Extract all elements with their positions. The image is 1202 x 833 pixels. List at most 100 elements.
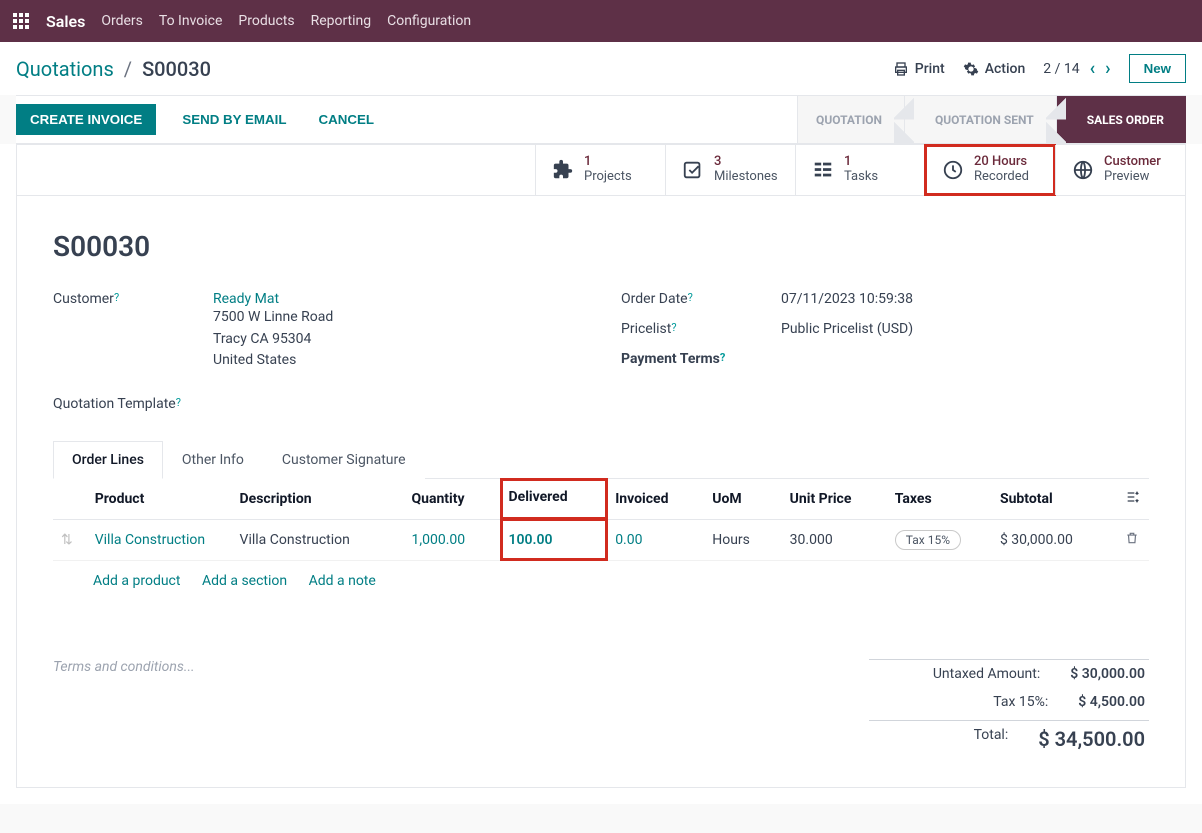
customer-addr3: United States <box>213 350 581 372</box>
order-date-value[interactable]: 07/11/2023 10:59:38 <box>781 291 1149 307</box>
add-note-link[interactable]: Add a note <box>309 573 376 589</box>
stat-projects[interactable]: 1 Projects <box>535 145 665 195</box>
stat-customer-preview[interactable]: Customer Preview <box>1055 145 1185 195</box>
puzzle-icon <box>552 159 574 181</box>
help-icon[interactable]: ? <box>114 291 119 304</box>
nav-reporting[interactable]: Reporting <box>311 13 372 29</box>
breadcrumb-root[interactable]: Quotations <box>16 57 114 81</box>
pager-prev[interactable]: ‹ <box>1090 58 1096 79</box>
checkbox-icon <box>682 159 704 181</box>
stat-recorded-label: Recorded <box>974 170 1029 185</box>
stat-milestones[interactable]: 3 Milestones <box>665 145 795 195</box>
stat-projects-count: 1 <box>584 155 632 170</box>
add-links: Add a product Add a section Add a note <box>53 561 1149 619</box>
table-row[interactable]: ⇅ Villa Construction Villa Construction … <box>53 519 1149 560</box>
send-email-button[interactable]: SEND BY EMAIL <box>176 111 292 128</box>
print-button[interactable]: Print <box>893 61 945 77</box>
stat-hours-recorded[interactable]: 20 Hours Recorded <box>925 145 1055 195</box>
status-sales-order[interactable]: SALES ORDER <box>1056 96 1186 143</box>
stat-milestones-count: 3 <box>714 155 778 170</box>
terms-placeholder[interactable]: Terms and conditions... <box>53 659 195 675</box>
new-button[interactable]: New <box>1129 54 1186 83</box>
tax-value: $ 4,500.00 <box>1078 694 1145 710</box>
col-quantity[interactable]: Quantity <box>403 479 500 520</box>
delete-line-icon[interactable] <box>1117 519 1149 560</box>
nav-configuration[interactable]: Configuration <box>387 13 471 29</box>
customer-addr2: Tracy CA 95304 <box>213 329 581 351</box>
print-icon <box>893 61 909 77</box>
untaxed-label: Untaxed Amount: <box>873 666 1040 682</box>
tab-order-lines[interactable]: Order Lines <box>53 441 163 479</box>
order-lines-table: Product Description Quantity Delivered I… <box>53 479 1149 561</box>
line-subtotal: $ 30,000.00 <box>992 519 1117 560</box>
gear-icon <box>963 61 979 77</box>
status-steps: QUOTATION QUOTATION SENT SALES ORDER <box>797 96 1186 143</box>
cancel-button[interactable]: CANCEL <box>313 111 381 128</box>
col-subtotal[interactable]: Subtotal <box>992 479 1117 520</box>
line-invoiced[interactable]: 0.00 <box>607 519 704 560</box>
line-uom[interactable]: Hours <box>704 519 781 560</box>
add-product-link[interactable]: Add a product <box>93 573 180 589</box>
col-invoiced[interactable]: Invoiced <box>607 479 704 520</box>
help-icon[interactable]: ? <box>688 291 693 304</box>
action-label: Action <box>985 61 1026 77</box>
pager-count[interactable]: 2 / 14 <box>1043 61 1079 77</box>
line-description[interactable]: Villa Construction <box>232 519 404 560</box>
status-quotation-sent[interactable]: QUOTATION SENT <box>904 96 1056 143</box>
nav-orders[interactable]: Orders <box>101 13 143 29</box>
totals: Untaxed Amount: $ 30,000.00 Tax 15%: $ 4… <box>869 659 1149 757</box>
print-label: Print <box>915 61 945 77</box>
stat-tasks-label: Tasks <box>844 170 878 185</box>
status-quotation[interactable]: QUOTATION <box>797 96 904 143</box>
pager-next[interactable]: › <box>1105 58 1110 79</box>
nav-products[interactable]: Products <box>238 13 294 29</box>
payment-terms-label: Payment Terms? <box>621 351 781 367</box>
pricelist-value[interactable]: Public Pricelist (USD) <box>781 321 1149 337</box>
stat-strip: 1 Projects 3 Milestones 1 Tasks 20 Hours… <box>17 145 1185 196</box>
form-sheet: 1 Projects 3 Milestones 1 Tasks 20 Hours… <box>16 144 1186 788</box>
action-button[interactable]: Action <box>963 61 1026 77</box>
help-icon[interactable]: ? <box>671 321 676 334</box>
top-actions: Print Action 2 / 14 ‹ › New <box>893 54 1186 83</box>
col-uom[interactable]: UoM <box>704 479 781 520</box>
col-unit-price[interactable]: Unit Price <box>782 479 887 520</box>
total-value: $ 34,500.00 <box>1038 727 1145 751</box>
add-section-link[interactable]: Add a section <box>202 573 287 589</box>
command-status-row: CREATE INVOICE SEND BY EMAIL CANCEL QUOT… <box>16 95 1186 144</box>
breadcrumb-sep: / <box>124 57 132 81</box>
col-taxes[interactable]: Taxes <box>887 479 992 520</box>
stat-tasks[interactable]: 1 Tasks <box>795 145 925 195</box>
breadcrumb-row: Quotations / S00030 Print Action 2 / 14 … <box>0 42 1202 95</box>
col-product[interactable]: Product <box>87 479 232 520</box>
line-quantity[interactable]: 1,000.00 <box>403 519 500 560</box>
clock-icon <box>942 159 964 181</box>
stat-milestones-label: Milestones <box>714 170 778 185</box>
create-invoice-button[interactable]: CREATE INVOICE <box>16 104 156 135</box>
globe-icon <box>1072 159 1094 181</box>
col-description[interactable]: Description <box>232 479 404 520</box>
app-name[interactable]: Sales <box>46 12 85 31</box>
line-unit-price[interactable]: 30.000 <box>782 519 887 560</box>
breadcrumb-leaf: S00030 <box>142 57 211 81</box>
line-tax-chip[interactable]: Tax 15% <box>895 530 961 550</box>
stat-tasks-count: 1 <box>844 155 878 170</box>
columns-config-icon[interactable] <box>1117 479 1149 520</box>
tab-customer-signature[interactable]: Customer Signature <box>263 441 425 479</box>
col-delivered[interactable]: Delivered <box>501 479 608 520</box>
tabs: Order Lines Other Info Customer Signatur… <box>53 440 1149 479</box>
customer-link[interactable]: Ready Mat <box>213 291 581 307</box>
stat-projects-label: Projects <box>584 170 632 185</box>
line-delivered[interactable]: 100.00 <box>501 519 608 560</box>
pricelist-label: Pricelist? <box>621 321 781 337</box>
help-icon[interactable]: ? <box>176 396 181 409</box>
tab-other-info[interactable]: Other Info <box>163 441 263 479</box>
drag-handle-icon[interactable]: ⇅ <box>61 532 73 548</box>
untaxed-value: $ 30,000.00 <box>1070 666 1145 682</box>
nav-to-invoice[interactable]: To Invoice <box>159 13 223 29</box>
top-navbar: Sales Orders To Invoice Products Reporti… <box>0 0 1202 42</box>
record-title: S00030 <box>53 230 1149 263</box>
line-product[interactable]: Villa Construction <box>95 532 205 548</box>
help-icon[interactable]: ? <box>720 351 725 364</box>
apps-icon[interactable] <box>12 12 30 30</box>
breadcrumb: Quotations / S00030 <box>16 57 211 81</box>
